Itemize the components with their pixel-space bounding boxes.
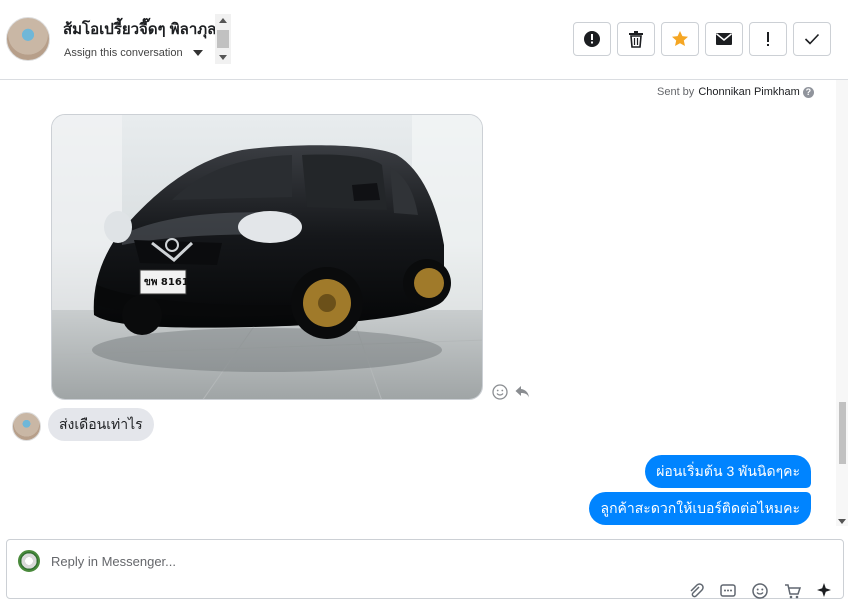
- mark-done-button[interactable]: [793, 22, 831, 56]
- mark-spam-button[interactable]: [573, 22, 611, 56]
- assign-conversation-dropdown[interactable]: Assign this conversation: [64, 47, 203, 59]
- envelope-icon: [716, 33, 732, 45]
- reply-composer: [6, 539, 844, 599]
- scroll-thumb[interactable]: [217, 30, 229, 48]
- add-product-icon[interactable]: [783, 582, 802, 600]
- scroll-down-arrow-icon[interactable]: [838, 519, 846, 524]
- contact-name[interactable]: ส้มโอเปรี้ยวจี๊ดๆ พิลาภุล: [63, 17, 216, 41]
- contact-avatar-small[interactable]: [12, 412, 41, 441]
- exclamation-circle-icon: [584, 31, 600, 47]
- reply-input[interactable]: [51, 550, 751, 572]
- scroll-down-arrow-icon[interactable]: [219, 55, 227, 60]
- trash-icon: [629, 31, 643, 48]
- message-actions: [492, 384, 530, 400]
- scroll-thumb[interactable]: [839, 402, 846, 464]
- caret-down-icon: [192, 50, 203, 56]
- exclamation-icon: [767, 32, 769, 46]
- header-scrollbar[interactable]: [215, 14, 231, 64]
- sent-by-label: Sent by Chonnikan Pimkham ?: [657, 86, 814, 98]
- contact-avatar[interactable]: [6, 17, 50, 61]
- delete-button[interactable]: [617, 22, 655, 56]
- conversation-thread: Sent by Chonnikan Pimkham ? ขพ 8161 ส่งเ…: [0, 80, 848, 530]
- star-button[interactable]: [661, 22, 699, 56]
- smiley-reaction-icon[interactable]: [492, 384, 508, 400]
- conversation-toolbar: [573, 22, 831, 56]
- attachment-icon[interactable]: [687, 582, 705, 600]
- saved-replies-icon[interactable]: [719, 582, 737, 600]
- page-avatar: [18, 550, 40, 572]
- outgoing-message: ผ่อนเริ่มต้น 3 พันนิดๆคะ: [645, 455, 811, 488]
- mark-unread-button[interactable]: [705, 22, 743, 56]
- thread-scrollbar[interactable]: [836, 80, 848, 526]
- sparkle-icon[interactable]: [815, 582, 833, 600]
- scroll-up-arrow-icon[interactable]: [219, 18, 227, 23]
- car-photo-message[interactable]: ขพ 8161: [51, 114, 483, 400]
- reply-arrow-icon[interactable]: [514, 384, 530, 400]
- follow-up-button[interactable]: [749, 22, 787, 56]
- car-photo: ขพ 8161: [52, 115, 482, 399]
- checkmark-icon: [804, 33, 820, 45]
- sent-by-name[interactable]: Chonnikan Pimkham: [698, 86, 800, 98]
- star-icon: [672, 31, 688, 46]
- help-icon[interactable]: ?: [802, 86, 814, 98]
- svg-text:ขพ 8161: ขพ 8161: [144, 277, 189, 288]
- assign-label: Assign this conversation: [64, 47, 183, 59]
- incoming-message: ส่งเดือนเท่าไร: [48, 408, 154, 441]
- conversation-header: ส้มโอเปรี้ยวจี๊ดๆ พิลาภุล Assign this co…: [0, 0, 848, 80]
- emoji-icon[interactable]: [751, 582, 769, 600]
- outgoing-message: ลูกค้าสะดวกให้เบอร์ติดต่อไหมคะ: [589, 492, 811, 525]
- reply-tools: [687, 582, 833, 600]
- sent-by-prefix: Sent by: [657, 86, 695, 98]
